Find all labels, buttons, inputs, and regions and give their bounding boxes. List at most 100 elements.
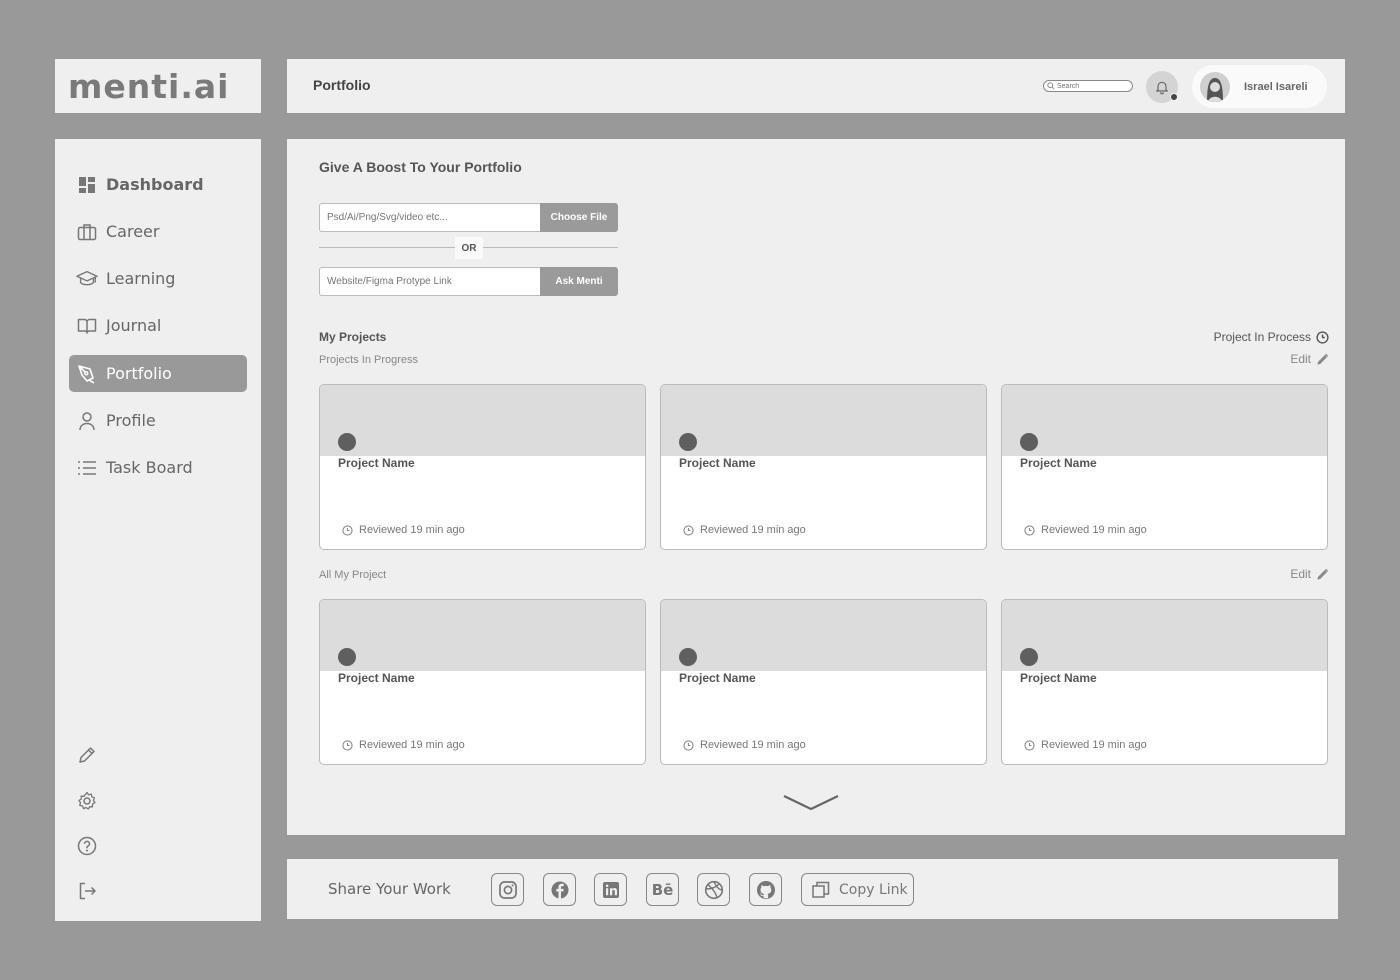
- sidebar-item-label: Journal: [106, 316, 162, 335]
- card-avatar: [338, 433, 356, 451]
- chevron-down-icon[interactable]: [782, 793, 840, 813]
- linkedin-icon[interactable]: [594, 873, 627, 906]
- graduation-cap-icon: [76, 268, 98, 290]
- sidebar-item-career[interactable]: Career: [69, 213, 247, 250]
- sidebar-item-learning[interactable]: Learning: [69, 260, 247, 297]
- project-name: Project Name: [338, 456, 415, 470]
- card-cover: [320, 600, 645, 671]
- help-icon[interactable]: [75, 834, 99, 858]
- review-time: Reviewed 19 min ago: [1041, 739, 1147, 751]
- project-card[interactable]: Project Name Reviewed 19 min ago: [1001, 384, 1328, 550]
- clock-icon: [342, 524, 353, 536]
- sidebar-item-portfolio[interactable]: Portfolio: [69, 355, 247, 392]
- clock-icon: [683, 524, 694, 536]
- sidebar-item-label: Portfolio: [106, 364, 172, 383]
- bell-icon: [1156, 81, 1168, 95]
- user-name: Israel Isareli: [1244, 80, 1308, 93]
- all-projects-label: All My Project: [319, 569, 387, 581]
- edit-in-progress-button[interactable]: Edit: [1290, 352, 1329, 366]
- review-time: Reviewed 19 min ago: [359, 739, 465, 751]
- sidebar-item-profile[interactable]: Profile: [69, 402, 247, 439]
- main-content: Give A Boost To Your Portfolio Choose Fi…: [287, 139, 1345, 835]
- instagram-icon[interactable]: [491, 873, 524, 906]
- pencil-icon: [1317, 353, 1329, 365]
- sidebar-item-label: Career: [106, 222, 160, 241]
- ask-menti-button[interactable]: Ask Menti: [540, 267, 618, 296]
- card-avatar: [679, 433, 697, 451]
- user-menu[interactable]: Israel Isareli: [1192, 65, 1327, 108]
- clock-icon: [342, 739, 353, 751]
- project-name: Project Name: [338, 671, 415, 685]
- dashboard-icon: [76, 174, 98, 196]
- facebook-icon[interactable]: [543, 873, 576, 906]
- card-meta: Reviewed 19 min ago: [342, 524, 465, 536]
- card-avatar: [338, 648, 356, 666]
- sidebar-item-label: Dashboard: [106, 175, 204, 194]
- sidebar-item-journal[interactable]: Journal: [69, 307, 247, 344]
- project-name: Project Name: [1020, 456, 1097, 470]
- my-projects-title: My Projects: [319, 330, 387, 344]
- boost-title: Give A Boost To Your Portfolio: [319, 159, 522, 175]
- sidebar-item-dashboard[interactable]: Dashboard: [69, 166, 247, 203]
- project-card[interactable]: Project Name Reviewed 19 min ago: [660, 384, 987, 550]
- logo[interactable]: menti.ai: [68, 67, 229, 106]
- card-cover: [1002, 600, 1327, 671]
- review-time: Reviewed 19 min ago: [359, 524, 465, 536]
- briefcase-icon: [76, 221, 98, 243]
- project-card[interactable]: Project Name Reviewed 19 min ago: [660, 599, 987, 765]
- file-upload-row: Choose File: [319, 203, 618, 232]
- project-card[interactable]: Project Name Reviewed 19 min ago: [319, 384, 646, 550]
- search-icon: [1047, 82, 1055, 90]
- edit-all-button[interactable]: Edit: [1290, 567, 1329, 581]
- card-meta: Reviewed 19 min ago: [1024, 739, 1147, 751]
- sidebar-item-label: Task Board: [106, 458, 193, 477]
- notifications-button[interactable]: [1146, 71, 1178, 103]
- project-name: Project Name: [679, 456, 756, 470]
- choose-file-button[interactable]: Choose File: [540, 203, 618, 232]
- list-icon: [76, 457, 98, 479]
- card-cover: [1002, 385, 1327, 456]
- link-row: Ask Menti: [319, 267, 618, 296]
- link-input[interactable]: [319, 267, 540, 296]
- top-header: Portfolio Israel Isareli: [287, 59, 1345, 113]
- pencil-icon[interactable]: [75, 743, 99, 767]
- copy-link-button[interactable]: Copy Link: [801, 873, 914, 906]
- project-card[interactable]: Project Name Reviewed 19 min ago: [1001, 599, 1328, 765]
- notification-dot: [1170, 93, 1178, 101]
- project-card[interactable]: Project Name Reviewed 19 min ago: [319, 599, 646, 765]
- clock-icon: [1316, 330, 1329, 344]
- copy-link-label: Copy Link: [839, 881, 908, 898]
- gear-icon[interactable]: [75, 789, 99, 813]
- logout-icon[interactable]: [75, 879, 99, 903]
- card-meta: Reviewed 19 min ago: [683, 524, 806, 536]
- card-meta: Reviewed 19 min ago: [1024, 524, 1147, 536]
- or-label: OR: [455, 237, 483, 259]
- project-in-process-link[interactable]: Project In Process: [1214, 330, 1329, 344]
- search-box[interactable]: [1043, 80, 1133, 92]
- card-avatar: [1020, 648, 1038, 666]
- github-icon[interactable]: [749, 873, 782, 906]
- card-meta: Reviewed 19 min ago: [342, 739, 465, 751]
- project-name: Project Name: [1020, 671, 1097, 685]
- logo-panel: menti.ai: [55, 59, 261, 113]
- sidebar-item-task-board[interactable]: Task Board: [69, 449, 247, 486]
- edit-label: Edit: [1290, 352, 1311, 366]
- file-input[interactable]: [319, 203, 540, 232]
- card-avatar: [679, 648, 697, 666]
- avatar: [1200, 71, 1230, 102]
- dribbble-icon[interactable]: [697, 873, 730, 906]
- card-meta: Reviewed 19 min ago: [683, 739, 806, 751]
- edit-label: Edit: [1290, 567, 1311, 581]
- page-title: Portfolio: [313, 77, 371, 93]
- clock-icon: [683, 739, 694, 751]
- pencil-icon: [1317, 568, 1329, 580]
- card-cover: [320, 385, 645, 456]
- search-input[interactable]: [1057, 82, 1127, 90]
- in-progress-label: Projects In Progress: [319, 354, 419, 366]
- pen-nib-icon: [76, 363, 98, 385]
- card-cover: [661, 385, 986, 456]
- card-avatar: [1020, 433, 1038, 451]
- review-time: Reviewed 19 min ago: [700, 739, 806, 751]
- behance-icon[interactable]: Bē: [646, 873, 679, 906]
- review-time: Reviewed 19 min ago: [1041, 524, 1147, 536]
